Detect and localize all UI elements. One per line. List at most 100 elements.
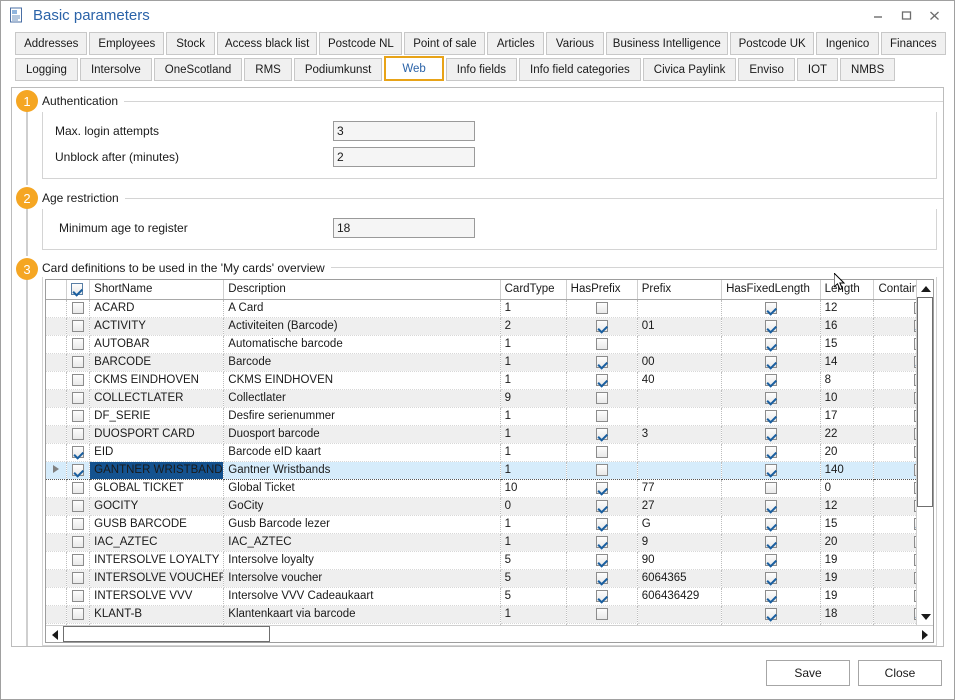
checkbox-icon[interactable] — [72, 572, 84, 584]
cell-hasfixedlength[interactable] — [722, 551, 821, 569]
row-indicator[interactable] — [46, 479, 66, 497]
checkbox-icon[interactable] — [72, 356, 84, 368]
cell-hasprefix[interactable] — [566, 587, 637, 605]
cell-description[interactable]: Activiteiten (Barcode) — [224, 317, 500, 335]
cell-shortname[interactable]: GANTNER WRISTBANDS — [90, 461, 224, 479]
cell-cardtype[interactable]: 1 — [500, 443, 566, 461]
cell-length[interactable]: 140 — [820, 461, 874, 479]
maximize-button[interactable] — [892, 3, 920, 27]
scroll-down-button[interactable] — [917, 608, 933, 625]
row-select-checkbox[interactable] — [66, 551, 89, 569]
table-row[interactable]: GUSB BARCODEGusb Barcode lezer1G15 — [46, 515, 916, 533]
cell-prefix[interactable] — [637, 299, 721, 317]
table-row[interactable]: INTERSOLVE LOYALTYIntersolve loyalty5901… — [46, 551, 916, 569]
row-select-checkbox[interactable] — [66, 569, 89, 587]
cell-shortname[interactable]: CKMS EINDHOVEN — [90, 371, 224, 389]
table-row[interactable]: AUTOBARAutomatische barcode115 — [46, 335, 916, 353]
tab-finances[interactable]: Finances — [881, 32, 946, 55]
checkbox-icon[interactable] — [72, 608, 84, 620]
row-indicator[interactable] — [46, 533, 66, 551]
cell-hasfixedlength[interactable] — [722, 353, 821, 371]
cell-hasprefix[interactable] — [566, 371, 637, 389]
checkbox-icon[interactable] — [596, 590, 608, 602]
cell-description[interactable]: Gusb Barcode lezer — [224, 515, 500, 533]
cell-containscustomer[interactable] — [874, 425, 916, 443]
cell-shortname[interactable]: GUSB BARCODE — [90, 515, 224, 533]
checkbox-icon[interactable] — [765, 446, 777, 458]
cell-prefix[interactable] — [637, 461, 721, 479]
cell-containscustomer[interactable] — [874, 587, 916, 605]
cell-prefix[interactable]: G — [637, 515, 721, 533]
row-select-checkbox[interactable] — [66, 533, 89, 551]
checkbox-icon[interactable] — [72, 446, 84, 458]
checkbox-icon[interactable] — [765, 572, 777, 584]
tab-web[interactable]: Web — [384, 56, 443, 81]
cell-description[interactable]: Barcode — [224, 353, 500, 371]
cell-length[interactable]: 15 — [820, 335, 874, 353]
cell-hasfixedlength[interactable] — [722, 587, 821, 605]
cell-cardtype[interactable]: 1 — [500, 335, 566, 353]
close-button[interactable] — [920, 3, 948, 27]
checkbox-icon[interactable] — [72, 464, 84, 476]
table-row[interactable]: IAC_AZTECIAC_AZTEC1920 — [46, 533, 916, 551]
cell-hasfixedlength[interactable] — [722, 389, 821, 407]
row-select-checkbox[interactable] — [66, 515, 89, 533]
tab-point-of-sale[interactable]: Point of sale — [404, 32, 485, 55]
table-row[interactable]: EIDBarcode eID kaart120 — [46, 443, 916, 461]
cell-prefix[interactable]: 40 — [637, 371, 721, 389]
checkbox-icon[interactable] — [765, 320, 777, 332]
cell-hasfixedlength[interactable] — [722, 515, 821, 533]
cell-description[interactable]: Intersolve loyalty — [224, 551, 500, 569]
row-select-checkbox[interactable] — [66, 407, 89, 425]
cell-containscustomer[interactable] — [874, 389, 916, 407]
cell-containscustomer[interactable] — [874, 371, 916, 389]
cell-length[interactable]: 13 — [820, 623, 874, 625]
cell-hasprefix[interactable] — [566, 407, 637, 425]
cell-containscustomer[interactable] — [874, 443, 916, 461]
checkbox-icon[interactable] — [596, 428, 608, 440]
cell-shortname[interactable]: INTERSOLVE VVV — [90, 587, 224, 605]
checkbox-icon[interactable] — [596, 554, 608, 566]
tab-ingenico[interactable]: Ingenico — [816, 32, 878, 55]
table-row[interactable]: DUOSPORT CARDDuosport barcode1322 — [46, 425, 916, 443]
cell-cardtype[interactable]: 1 — [500, 353, 566, 371]
checkbox-icon[interactable] — [72, 338, 84, 350]
tab-articles[interactable]: Articles — [487, 32, 544, 55]
cell-prefix[interactable] — [637, 335, 721, 353]
minimum-age-input[interactable] — [333, 218, 475, 238]
cell-hasprefix[interactable] — [566, 479, 637, 497]
checkbox-icon[interactable] — [765, 464, 777, 476]
tab-civica-paylink[interactable]: Civica Paylink — [643, 58, 737, 81]
cell-description[interactable]: Desfire serienummer — [224, 407, 500, 425]
checkbox-icon[interactable] — [596, 392, 608, 404]
checkbox-icon[interactable] — [765, 392, 777, 404]
cell-shortname[interactable]: KLANT-B — [90, 605, 224, 623]
table-row[interactable]: ACTIVITYActiviteiten (Barcode)20116 — [46, 317, 916, 335]
cell-length[interactable]: 19 — [820, 569, 874, 587]
tab-employees[interactable]: Employees — [89, 32, 164, 55]
header-prefix[interactable]: Prefix — [637, 280, 721, 299]
cell-hasfixedlength[interactable] — [722, 371, 821, 389]
checkbox-icon[interactable] — [765, 590, 777, 602]
cell-prefix[interactable]: 3 — [637, 425, 721, 443]
cell-prefix[interactable]: 27 — [637, 497, 721, 515]
vertical-scroll-track[interactable] — [917, 297, 933, 608]
checkbox-icon[interactable] — [765, 428, 777, 440]
cell-cardtype[interactable]: 1 — [500, 461, 566, 479]
cell-length[interactable]: 19 — [820, 587, 874, 605]
header-length[interactable]: Length — [820, 280, 874, 299]
cell-hasprefix[interactable] — [566, 461, 637, 479]
cell-description[interactable]: IAC_AZTEC — [224, 533, 500, 551]
cell-shortname[interactable]: IAC_AZTEC — [90, 533, 224, 551]
cell-prefix[interactable]: 77 — [637, 479, 721, 497]
cell-description[interactable]: Intersolve voucher — [224, 569, 500, 587]
cell-hasfixedlength[interactable] — [722, 497, 821, 515]
table-row[interactable]: KLANT-MKlantenkaarten op magneetkaart199… — [46, 623, 916, 625]
close-button-footer[interactable]: Close — [858, 660, 942, 686]
row-indicator[interactable] — [46, 515, 66, 533]
cell-hasfixedlength[interactable] — [722, 461, 821, 479]
vertical-scroll-thumb[interactable] — [917, 297, 933, 507]
checkbox-icon[interactable] — [596, 518, 608, 530]
cell-prefix[interactable]: 9999 — [637, 623, 721, 625]
tab-access-black-list[interactable]: Access black list — [217, 32, 317, 55]
